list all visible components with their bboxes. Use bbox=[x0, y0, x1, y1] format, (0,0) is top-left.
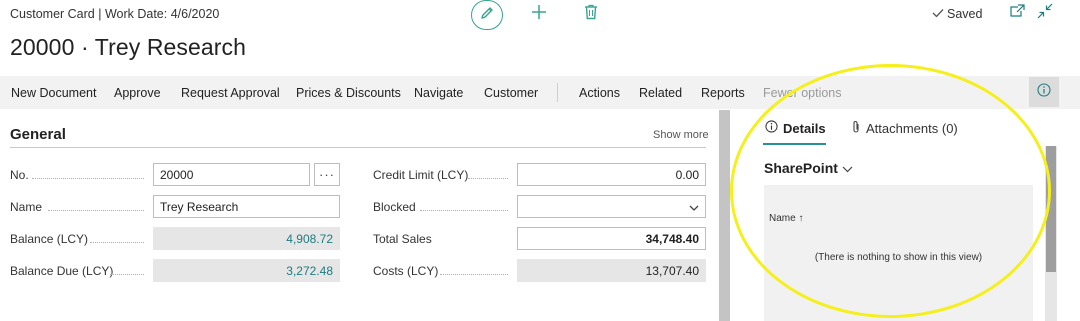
section-title-general[interactable]: General bbox=[10, 126, 66, 143]
field-label-balance-due: Balance Due (LCY) bbox=[10, 264, 114, 278]
saved-status: Saved bbox=[932, 7, 982, 21]
no-lookup-button[interactable]: ··· bbox=[314, 163, 340, 186]
no-field[interactable]: 20000 bbox=[153, 163, 310, 186]
plus-icon bbox=[531, 4, 547, 25]
action-approve[interactable]: Approve bbox=[114, 86, 161, 100]
action-request-approval[interactable]: Request Approval bbox=[181, 86, 280, 100]
saved-label: Saved bbox=[947, 7, 983, 21]
action-navigate[interactable]: Navigate bbox=[414, 86, 463, 100]
field-label-total-sales: Total Sales bbox=[373, 232, 432, 246]
leader-dots bbox=[32, 178, 144, 179]
costs-value: 13,707.40 bbox=[517, 259, 706, 282]
checkmark-icon bbox=[932, 7, 944, 21]
leader-dots bbox=[440, 274, 508, 275]
blocked-select[interactable] bbox=[517, 195, 706, 218]
action-reports[interactable]: Reports bbox=[701, 86, 745, 100]
field-label-no: No. bbox=[10, 168, 29, 182]
main-scrollbar[interactable] bbox=[719, 110, 730, 321]
collapse-button[interactable] bbox=[1036, 3, 1054, 24]
leader-dots bbox=[110, 274, 144, 275]
leader-dots bbox=[48, 210, 144, 211]
trash-icon bbox=[584, 4, 598, 25]
breadcrumb: Customer Card | Work Date: 4/6/2020 bbox=[10, 7, 220, 21]
show-more-link[interactable]: Show more bbox=[653, 129, 709, 141]
highlight-ellipse bbox=[730, 64, 1051, 318]
field-label-costs: Costs (LCY) bbox=[373, 264, 439, 278]
action-customer[interactable]: Customer bbox=[484, 86, 538, 100]
action-separator bbox=[557, 83, 558, 102]
action-related[interactable]: Related bbox=[639, 86, 682, 100]
delete-button[interactable] bbox=[581, 3, 601, 25]
action-prices-discounts[interactable]: Prices & Discounts bbox=[296, 86, 401, 100]
total-sales-value: 34,748.40 bbox=[517, 227, 706, 250]
popout-button[interactable] bbox=[1008, 3, 1026, 23]
field-label-balance: Balance (LCY) bbox=[10, 232, 89, 246]
chevron-down-icon bbox=[689, 200, 699, 214]
field-label-name: Name bbox=[10, 200, 43, 214]
leader-dots bbox=[468, 178, 508, 179]
name-field[interactable]: Trey Research bbox=[153, 195, 340, 218]
edit-button[interactable] bbox=[471, 0, 503, 30]
balance-value[interactable]: 4,908.72 bbox=[153, 227, 340, 250]
leader-dots bbox=[90, 242, 144, 243]
pencil-icon bbox=[479, 5, 495, 26]
new-button[interactable] bbox=[528, 3, 550, 25]
factbox-toggle-button[interactable] bbox=[1029, 77, 1059, 107]
action-new-document[interactable]: New Document bbox=[11, 86, 96, 100]
leader-dots bbox=[420, 210, 508, 211]
action-actions[interactable]: Actions bbox=[579, 86, 620, 100]
field-label-credit-limit: Credit Limit (LCY) bbox=[373, 168, 469, 182]
collapse-icon bbox=[1037, 3, 1053, 24]
field-label-blocked: Blocked bbox=[373, 200, 416, 214]
balance-due-value[interactable]: 3,272.48 bbox=[153, 259, 340, 282]
page-title: 20000 · Trey Research bbox=[10, 34, 247, 60]
credit-limit-field[interactable]: 0.00 bbox=[517, 163, 706, 186]
section-divider bbox=[10, 147, 706, 148]
info-icon bbox=[1037, 82, 1051, 102]
popout-icon bbox=[1009, 3, 1025, 23]
